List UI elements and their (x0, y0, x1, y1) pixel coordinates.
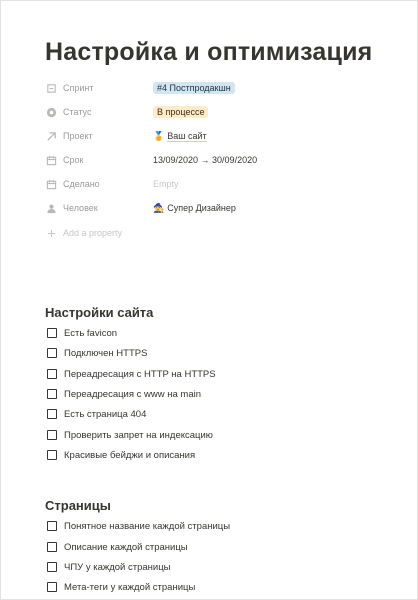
status-icon (45, 106, 57, 118)
sprint-tag[interactable]: #4 Постпродакшн (153, 82, 235, 94)
checkbox[interactable] (47, 582, 57, 592)
checkbox[interactable] (47, 409, 57, 419)
property-name: Проект (63, 131, 93, 141)
property-project[interactable]: Проект 🏅 Ваш сайт (45, 126, 405, 146)
property-status[interactable]: Статус В процессе (45, 102, 405, 122)
todo-label[interactable]: Красивые бейджи и описания (64, 450, 195, 461)
todo-label[interactable]: Подключен HTTPS (64, 348, 147, 359)
checkbox[interactable] (47, 369, 57, 379)
property-value[interactable]: 🧙 Супер Дизайнер (153, 203, 236, 214)
property-person[interactable]: Человек 🧙 Супер Дизайнер (45, 198, 405, 218)
date-range[interactable]: 13/09/2020 → 30/09/2020 (153, 155, 257, 165)
todo-item[interactable]: ЧПУ у каждой страницы (47, 559, 171, 575)
property-deadline[interactable]: Срок 13/09/2020 → 30/09/2020 (45, 150, 405, 170)
property-value[interactable]: 🏅 Ваш сайт (153, 131, 207, 142)
todo-label[interactable]: Описание каждой страницы (64, 542, 188, 553)
todo-label[interactable]: Есть страница 404 (64, 409, 146, 420)
todo-item[interactable]: Понятное название каждой страницы (47, 518, 230, 534)
todo-label[interactable]: Переадресация с HTTP на HTTPS (64, 369, 216, 380)
project-link[interactable]: Ваш сайт (167, 131, 207, 142)
property-name: Спринт (63, 83, 94, 93)
todo-item[interactable]: Описание каждой страницы (47, 539, 188, 555)
property-sprint[interactable]: Спринт #4 Постпродакшн (45, 78, 405, 98)
todo-item[interactable]: Подключен HTTPS (47, 345, 147, 361)
todo-item[interactable]: Переадресация с www на main (47, 386, 201, 402)
relation-icon (45, 82, 57, 94)
property-done[interactable]: Сделано Empty (45, 174, 405, 194)
calendar-icon (45, 178, 57, 190)
checkbox[interactable] (47, 430, 57, 440)
arrow-up-right-icon (45, 130, 57, 142)
medal-icon: 🏅 (153, 130, 165, 141)
property-name: Срок (63, 155, 84, 165)
todo-label[interactable]: Понятное название каждой страницы (64, 521, 230, 532)
checkbox[interactable] (47, 562, 57, 572)
checkbox[interactable] (47, 389, 57, 399)
calendar-icon (45, 154, 57, 166)
page-title[interactable]: Настройка и оптимизация (45, 38, 372, 67)
todo-label[interactable]: Есть favicon (64, 328, 117, 339)
status-tag[interactable]: В процессе (153, 106, 209, 118)
person-icon (45, 202, 57, 214)
todo-label[interactable]: ЧПУ у каждой страницы (64, 562, 171, 573)
property-name: Статус (63, 107, 92, 117)
todo-item[interactable]: Переадресация с HTTP на HTTPS (47, 366, 216, 382)
property-name: Человек (63, 203, 98, 213)
todo-label[interactable]: Переадресация с www на main (64, 389, 201, 400)
todo-item[interactable]: Есть страница 404 (47, 406, 146, 422)
todo-item[interactable]: Есть favicon (47, 325, 117, 341)
add-property-button[interactable]: Add a property (45, 223, 405, 243)
plus-icon (45, 227, 57, 239)
person-name[interactable]: Супер Дизайнер (167, 203, 236, 213)
todo-label[interactable]: Проверить запрет на индексацию (64, 430, 213, 441)
checkbox[interactable] (47, 348, 57, 358)
todo-item[interactable]: Красивые бейджи и описания (47, 447, 195, 463)
checkbox[interactable] (47, 328, 57, 338)
property-value[interactable]: #4 Постпродакшн (153, 82, 235, 94)
section-heading[interactable]: Настройки сайта (45, 305, 153, 320)
todo-label[interactable]: Мета-теги у каждой страницы (64, 582, 195, 593)
avatar: 🧙 (153, 202, 165, 213)
property-name: Сделано (63, 179, 100, 189)
property-value[interactable]: В процессе (153, 106, 209, 118)
section-heading[interactable]: Страницы (45, 498, 111, 513)
add-property-label: Add a property (63, 228, 123, 238)
todo-item[interactable]: Мета-теги у каждой страницы (47, 579, 195, 595)
checkbox[interactable] (47, 521, 57, 531)
empty-value[interactable]: Empty (153, 179, 179, 189)
checkbox[interactable] (47, 542, 57, 552)
todo-item[interactable]: Проверить запрет на индексацию (47, 427, 213, 443)
checkbox[interactable] (47, 450, 57, 460)
